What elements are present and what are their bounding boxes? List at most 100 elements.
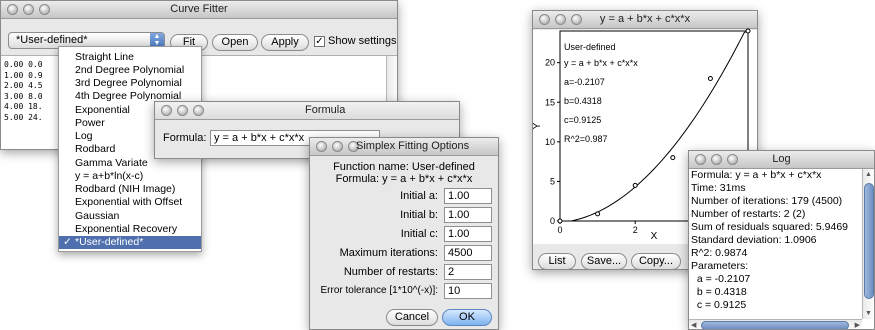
- apply-button[interactable]: Apply: [261, 34, 309, 51]
- scroll-up-arrow-icon[interactable]: ▲: [865, 171, 872, 178]
- show-settings-label: Show settings: [328, 35, 397, 47]
- log-line: a = -0.2107: [691, 273, 751, 285]
- log-line: c = 0.9125: [691, 299, 747, 311]
- data-row: 3.00 8.0: [4, 91, 43, 101]
- formula-label: Formula:: [163, 132, 207, 144]
- tolerance-label: Error tolerance [1*10^(-x)]:: [320, 285, 438, 296]
- minimize-icon[interactable]: [177, 105, 188, 116]
- legend-formula: y = a + b*x + c*x*x: [564, 58, 638, 68]
- initial-c-label: Initial c:: [400, 228, 438, 240]
- scroll-right-arrow-icon[interactable]: ▶: [855, 321, 860, 329]
- log-window: Log Formula: y = a + b*x + c*x*x Time: 3…: [688, 150, 875, 330]
- close-icon[interactable]: [316, 141, 327, 152]
- y-tick-label: 20: [545, 58, 555, 68]
- legend-param-a: a=-0.2107: [564, 77, 605, 87]
- menu-item[interactable]: y = a+b*ln(x-c): [59, 170, 201, 182]
- scroll-down-arrow-icon[interactable]: ▼: [865, 310, 872, 317]
- log-horizontal-scrollbar[interactable]: ◀ ▶: [689, 319, 862, 329]
- y-tick-label: 5: [550, 176, 555, 186]
- save-button[interactable]: Save...: [581, 253, 627, 269]
- data-row: 1.00 0.9: [4, 70, 43, 80]
- menu-item[interactable]: Exponential with Offset: [59, 196, 201, 208]
- formula-titlebar[interactable]: Formula: [155, 102, 459, 120]
- minimize-icon[interactable]: [332, 141, 343, 152]
- formula-title: Formula: [305, 104, 346, 116]
- ok-button[interactable]: OK: [442, 309, 492, 326]
- menu-item[interactable]: Rodbard (NIH Image): [59, 183, 201, 195]
- data-row: 4.00 18.: [4, 102, 43, 111]
- y-axis-label: Y: [532, 122, 543, 129]
- function-name-text: Function name: User-defined: [333, 161, 475, 173]
- data-point: [670, 155, 676, 161]
- initial-b-label: Initial b:: [400, 209, 438, 221]
- max-iterations-input[interactable]: 4500: [444, 245, 492, 261]
- initial-a-label: Initial a:: [400, 190, 438, 202]
- tolerance-input[interactable]: 10: [444, 283, 492, 299]
- legend-title: User-defined: [564, 42, 616, 52]
- menu-item[interactable]: 3rd Degree Polynomial: [59, 77, 201, 89]
- log-titlebar[interactable]: Log: [689, 151, 874, 169]
- fit-type-value: *User-defined*: [16, 34, 88, 46]
- restarts-input[interactable]: 2: [444, 264, 492, 280]
- log-line: Number of iterations: 179 (4500): [691, 195, 843, 207]
- cancel-button[interactable]: Cancel: [386, 309, 438, 326]
- legend-r-squared: R^2=0.987: [564, 134, 608, 144]
- simplex-titlebar[interactable]: Simplex Fitting Options: [310, 138, 498, 156]
- log-vertical-scrollbar[interactable]: ▲ ▼: [862, 169, 874, 319]
- log-line: Time: 31ms: [691, 182, 746, 194]
- x-axis-label: X: [651, 231, 658, 242]
- data-row: 2.00 4.5: [4, 81, 43, 90]
- log-hscroll-thumb[interactable]: [701, 321, 849, 329]
- data-point: [745, 28, 751, 34]
- simplex-options-dialog: Simplex Fitting Options Function name: U…: [309, 137, 499, 330]
- log-line: Parameters:: [691, 260, 749, 272]
- data-row: 5.00 24.: [4, 112, 43, 122]
- data-point: [557, 218, 563, 224]
- y-tick-label: 10: [545, 137, 555, 147]
- log-line: Sum of residuals squared: 5.9469: [691, 221, 849, 233]
- legend-param-c: c=0.9125: [564, 115, 602, 125]
- log-text-area[interactable]: Formula: y = a + b*x + c*x*x Time: 31ms …: [689, 169, 862, 319]
- log-title: Log: [772, 153, 791, 165]
- menu-item[interactable]: 2nd Degree Polynomial: [59, 64, 201, 76]
- data-point: [595, 211, 601, 217]
- y-tick-label: 15: [545, 97, 555, 107]
- show-settings-checkbox[interactable]: ✓: [314, 36, 325, 47]
- plot-titlebar[interactable]: y = a + b*x + c*x*x: [533, 11, 757, 29]
- open-button[interactable]: Open: [212, 34, 258, 51]
- menu-item[interactable]: Gaussian: [59, 210, 201, 222]
- log-line: b = 0.4318: [691, 286, 747, 298]
- window-title: Curve Fitter: [170, 3, 228, 15]
- copy-button[interactable]: Copy...: [631, 253, 681, 269]
- log-line: Formula: y = a + b*x + c*x*x: [691, 169, 822, 181]
- close-icon[interactable]: [161, 105, 172, 116]
- curve-fitter-titlebar[interactable]: Curve Fitter: [1, 1, 397, 19]
- data-point: [632, 182, 638, 188]
- menu-item-label: *User-defined*: [75, 236, 144, 248]
- x-tick-label: 0: [557, 225, 562, 235]
- data-point: [707, 76, 713, 81]
- log-line: Number of restarts: 2 (2): [691, 208, 806, 220]
- log-scroll-thumb[interactable]: [864, 183, 874, 299]
- simplex-title: Simplex Fitting Options: [356, 140, 470, 152]
- menu-item-selected[interactable]: ✓ *User-defined*: [59, 236, 201, 249]
- initial-c-input[interactable]: 1.00: [444, 226, 492, 242]
- menu-item[interactable]: Exponential Recovery: [59, 223, 201, 235]
- checkmark-icon: ✓: [63, 236, 72, 248]
- initial-a-input[interactable]: 1.00: [444, 188, 492, 204]
- y-tick-label: 0: [550, 216, 555, 226]
- formula-text: Formula: y = a + b*x + c*x*x: [335, 173, 473, 185]
- zoom-icon[interactable]: [193, 105, 204, 116]
- legend-param-b: b=0.4318: [564, 96, 602, 106]
- x-tick-label: 2: [633, 225, 638, 235]
- list-button[interactable]: List: [538, 253, 576, 269]
- log-line: Standard deviation: 1.0906: [691, 234, 817, 246]
- initial-b-input[interactable]: 1.00: [444, 207, 492, 223]
- menu-item[interactable]: Straight Line: [59, 51, 201, 63]
- scroll-left-arrow-icon[interactable]: ◀: [691, 321, 696, 329]
- data-row: 0.00 0.0: [4, 60, 43, 69]
- plot-title: y = a + b*x + c*x*x: [599, 13, 691, 25]
- log-line: R^2: 0.9874: [691, 247, 748, 259]
- restarts-label: Number of restarts:: [343, 266, 438, 278]
- max-iterations-label: Maximum iterations:: [339, 247, 438, 259]
